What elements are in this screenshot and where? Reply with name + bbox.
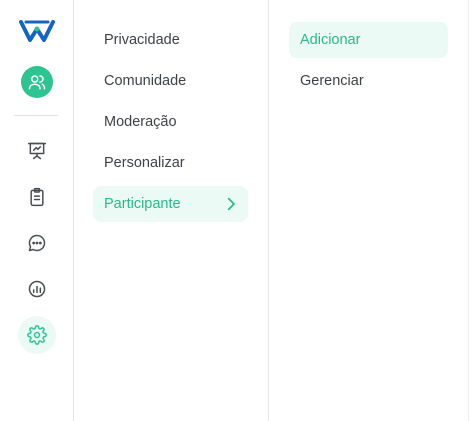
brand-logo[interactable] xyxy=(19,16,55,44)
menu-item-label: Privacidade xyxy=(104,32,180,48)
settings-panel: Privacidade Comunidade Moderação Persona… xyxy=(0,0,470,421)
menu-item-label: Moderação xyxy=(104,114,177,130)
submenu-item-gerenciar[interactable]: Gerenciar xyxy=(289,63,448,99)
menu-item-label: Comunidade xyxy=(104,73,187,89)
clipboard-icon xyxy=(30,187,44,207)
chat-button[interactable] xyxy=(18,224,56,262)
chat-icon xyxy=(28,234,46,252)
menu-item-moderacao[interactable]: Moderação xyxy=(93,104,248,140)
rail-divider xyxy=(14,115,58,116)
menu-item-label: Personalizar xyxy=(104,155,185,171)
clipboard-button[interactable] xyxy=(18,178,56,216)
icon-rail xyxy=(0,0,74,421)
settings-menu: Privacidade Comunidade Moderação Persona… xyxy=(74,0,269,421)
users-icon xyxy=(28,75,46,90)
menu-item-label: Participante xyxy=(104,196,181,212)
submenu-item-adicionar[interactable]: Adicionar xyxy=(289,22,448,58)
panel-edge xyxy=(468,0,469,421)
menu-item-personalizar[interactable]: Personalizar xyxy=(93,145,248,181)
menu-item-participante[interactable]: Participante xyxy=(93,186,248,222)
chart-icon xyxy=(28,280,46,298)
users-button[interactable] xyxy=(21,66,53,98)
presentation-button[interactable] xyxy=(18,132,56,170)
participant-submenu: Adicionar Gerenciar xyxy=(269,0,469,421)
menu-item-comunidade[interactable]: Comunidade xyxy=(93,63,248,99)
chevron-right-icon xyxy=(227,197,235,211)
presentation-icon xyxy=(27,142,47,160)
gear-icon xyxy=(27,325,47,345)
analytics-button[interactable] xyxy=(18,270,56,308)
settings-button[interactable] xyxy=(18,316,56,354)
submenu-item-label: Adicionar xyxy=(300,32,361,48)
menu-item-privacidade[interactable]: Privacidade xyxy=(93,22,248,58)
submenu-item-label: Gerenciar xyxy=(300,73,364,89)
